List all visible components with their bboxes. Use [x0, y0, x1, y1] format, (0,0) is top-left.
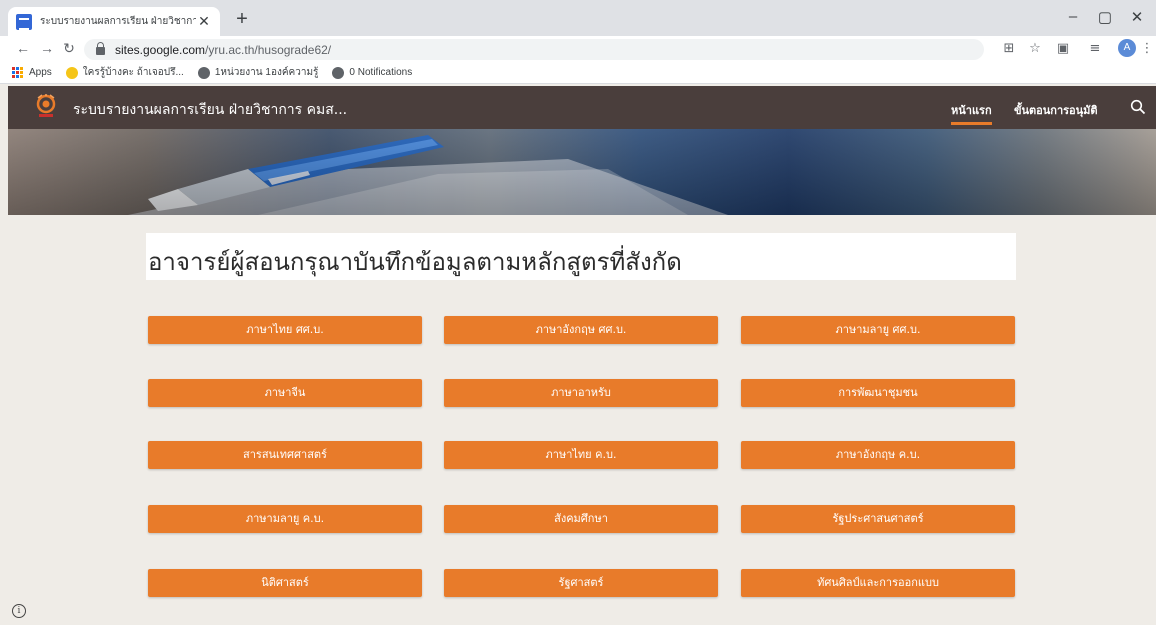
back-icon[interactable]: ← — [14, 40, 32, 56]
forward-icon[interactable]: → — [38, 40, 56, 56]
url-path: /yru.ac.th/husograde62/ — [205, 42, 332, 57]
program-button[interactable]: ภาษาไทย ศศ.บ. — [148, 316, 422, 344]
header-banner-image — [8, 129, 1156, 215]
lock-icon — [96, 42, 105, 55]
program-button[interactable]: ภาษามลายู ศศ.บ. — [741, 316, 1015, 344]
browser-tab[interactable]: ระบบรายงานผลการเรียน ฝ่ายวิชาการ - ✕ — [8, 7, 220, 36]
globe-icon — [332, 66, 345, 79]
translate-icon[interactable]: ⊞ — [1000, 41, 1018, 56]
reload-icon[interactable]: ↻ — [60, 40, 78, 57]
window-close-icon[interactable]: ✕ — [1122, 8, 1152, 26]
browser-toolbar: ← → ↻ sites.google.com/yru.ac.th/husogra… — [0, 36, 1156, 62]
menu-icon[interactable]: ⋮ — [1138, 41, 1156, 56]
extension-icon[interactable]: ▣ — [1054, 41, 1072, 56]
site-favicon-icon — [16, 13, 32, 30]
nav-approval-steps[interactable]: ขั้นตอนการอนุมัติ — [1014, 101, 1098, 119]
info-icon[interactable]: i — [12, 604, 26, 618]
tab-title: ระบบรายงานผลการเรียน ฝ่ายวิชาการ - — [40, 16, 196, 27]
heading-container: อาจารย์ผู้สอนกรุณาบันทึกข้อมูลตามหลักสูต… — [146, 233, 1016, 280]
search-icon[interactable] — [1130, 99, 1146, 115]
reading-list-icon[interactable]: ≡ — [1086, 41, 1104, 56]
site-logo-icon[interactable] — [34, 93, 58, 119]
minimize-icon[interactable]: – — [1058, 8, 1088, 25]
emoji-icon — [65, 66, 78, 79]
address-bar[interactable]: sites.google.com/yru.ac.th/husograde62/ — [84, 39, 984, 60]
globe-icon — [197, 66, 210, 79]
bookmark-item[interactable]: ใครรู้บ้างคะ ถ้าเจอปรึ... — [65, 65, 184, 80]
program-button[interactable]: รัฐประศาสนศาสตร์ — [741, 505, 1015, 533]
banner-overlay — [8, 129, 1156, 215]
program-button[interactable]: ภาษาไทย ค.บ. — [444, 441, 718, 469]
bookmark-star-icon[interactable]: ☆ — [1026, 41, 1044, 56]
program-button[interactable]: ภาษามลายู ค.บ. — [148, 505, 422, 533]
program-button[interactable]: รัฐศาสตร์ — [444, 569, 718, 597]
url-host: sites.google.com — [115, 42, 206, 57]
close-tab-icon[interactable]: ✕ — [196, 14, 212, 30]
program-button[interactable]: สังคมศึกษา — [444, 505, 718, 533]
site-header: ระบบรายงานผลการเรียน ฝ่ายวิชาการ คมส... … — [8, 86, 1156, 129]
program-button[interactable]: นิติศาสตร์ — [148, 569, 422, 597]
program-button[interactable]: ภาษาอังกฤษ ค.บ. — [741, 441, 1015, 469]
browser-tab-strip: ระบบรายงานผลการเรียน ฝ่ายวิชาการ - ✕ + –… — [0, 0, 1156, 36]
program-button[interactable]: ทัศนศิลป์และการออกแบบ — [741, 569, 1015, 597]
program-button[interactable]: ภาษาจีน — [148, 379, 422, 407]
apps-grid-icon — [12, 66, 24, 79]
program-button[interactable]: สารสนเทศศาสตร์ — [148, 441, 422, 469]
bookmark-item[interactable]: 0 Notifications — [332, 66, 412, 79]
profile-avatar[interactable]: A — [1118, 39, 1136, 57]
nav-home[interactable]: หน้าแรก — [951, 101, 992, 125]
bookmarks-bar: Apps ใครรู้บ้างคะ ถ้าเจอปรึ... 1หน่วยงาน… — [0, 62, 1156, 84]
program-button[interactable]: การพัฒนาชุมชน — [741, 379, 1015, 407]
site-title[interactable]: ระบบรายงานผลการเรียน ฝ่ายวิชาการ คมส... — [73, 99, 347, 121]
page-heading: อาจารย์ผู้สอนกรุณาบันทึกข้อมูลตามหลักสูต… — [148, 248, 682, 276]
bookmark-apps[interactable]: Apps — [12, 66, 52, 79]
program-button[interactable]: ภาษาอาหรับ — [444, 379, 718, 407]
program-button[interactable]: ภาษาอังกฤษ ศศ.บ. — [444, 316, 718, 344]
bookmark-item[interactable]: 1หน่วยงาน 1องค์ความรู้ — [197, 65, 318, 80]
maximize-icon[interactable]: ▢ — [1090, 8, 1120, 26]
new-tab-button[interactable]: + — [230, 8, 254, 32]
